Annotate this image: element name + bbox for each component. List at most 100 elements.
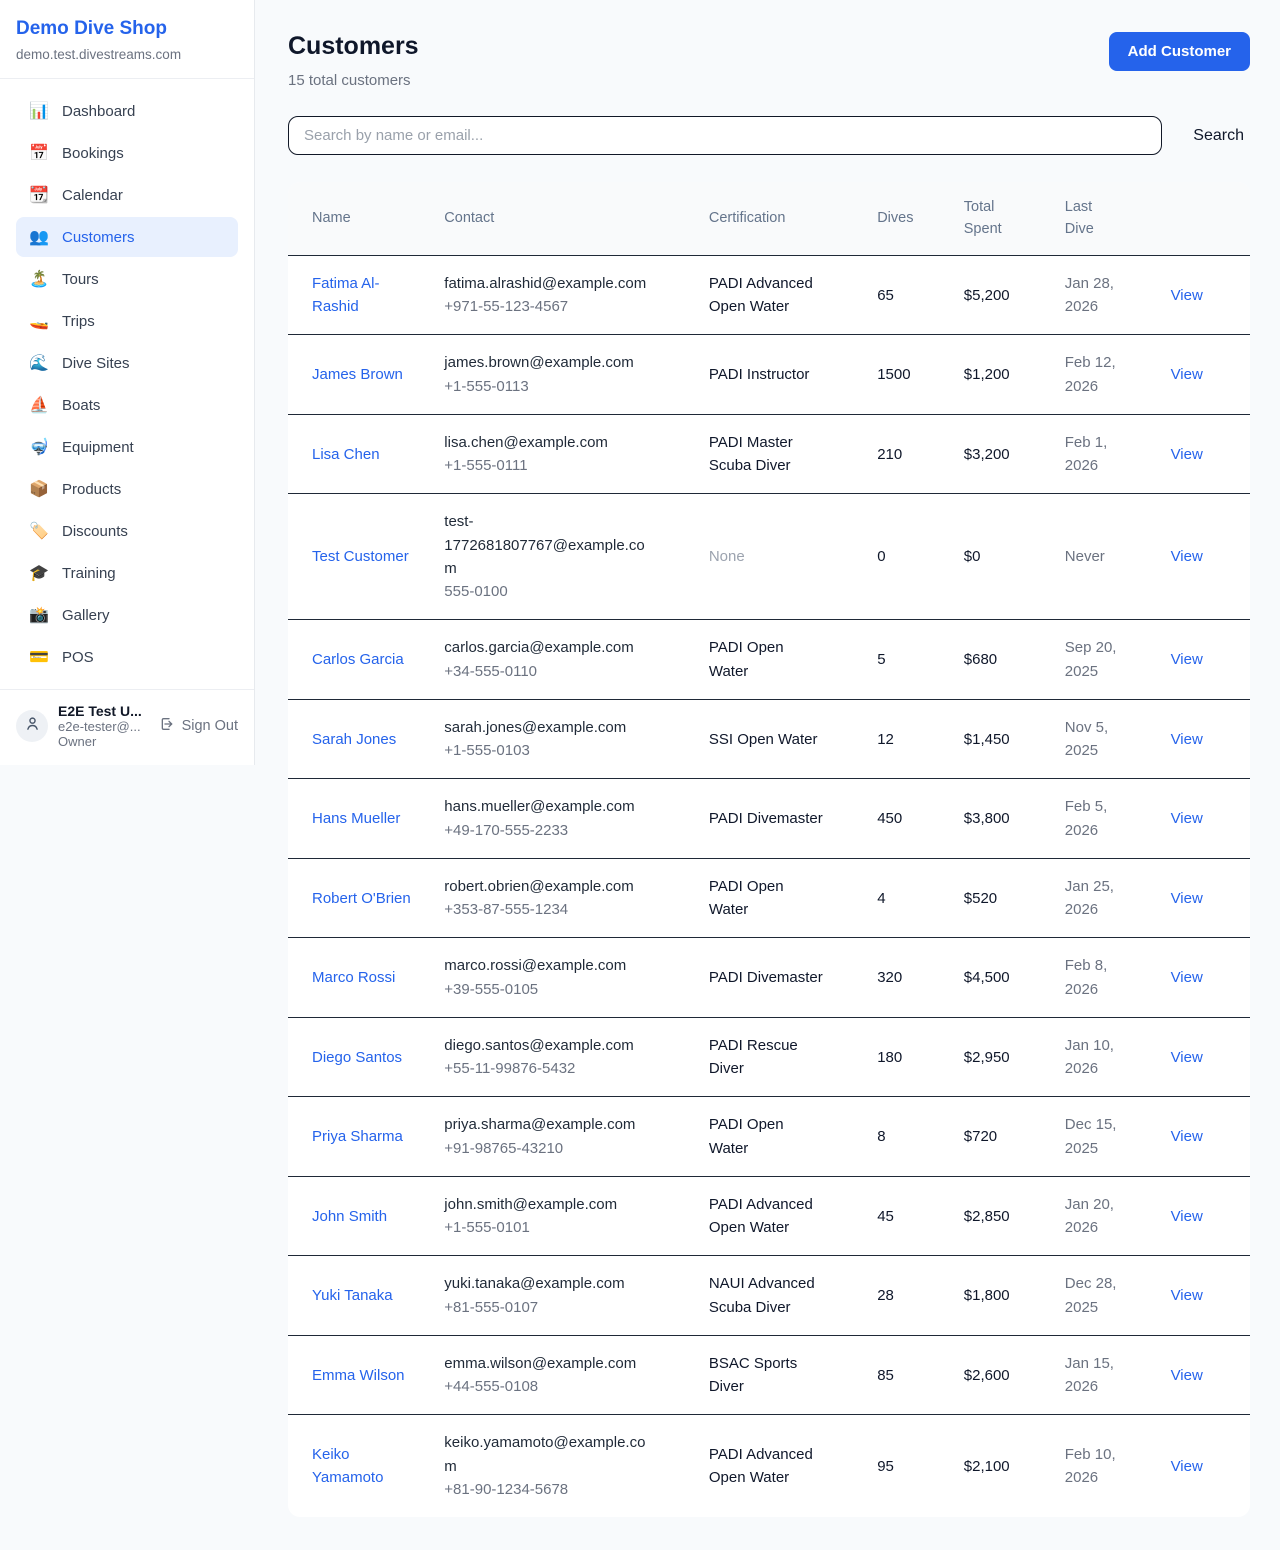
customer-certification: PADI Rescue Diver xyxy=(709,1037,798,1077)
customer-name-link[interactable]: Priya Sharma xyxy=(312,1128,403,1145)
customer-dives: 65 xyxy=(877,287,894,304)
customer-dives: 4 xyxy=(877,890,885,907)
sidebar-item-training[interactable]: 🎓Training xyxy=(16,553,238,593)
customer-dives: 210 xyxy=(877,446,902,463)
sidebar-item-tours[interactable]: 🏝️Tours xyxy=(16,259,238,299)
view-link[interactable]: View xyxy=(1171,731,1203,748)
customer-name-link[interactable]: Emma Wilson xyxy=(312,1367,405,1384)
customer-phone: +39-555-0105 xyxy=(444,978,657,1001)
sidebar-item-products[interactable]: 📦Products xyxy=(16,469,238,509)
table-row: Carlos Garciacarlos.garcia@example.com+3… xyxy=(288,620,1250,700)
customer-email: sarah.jones@example.com xyxy=(444,716,657,739)
tear-calendar-icon: 📆 xyxy=(29,185,49,205)
customer-name-link[interactable]: Keiko Yamamoto xyxy=(312,1446,383,1486)
view-link[interactable]: View xyxy=(1171,1367,1203,1384)
sidebar-item-bookings[interactable]: 📅Bookings xyxy=(16,133,238,173)
sidebar-item-customers[interactable]: 👥Customers xyxy=(16,217,238,257)
sidebar-item-trips[interactable]: 🚤Trips xyxy=(16,301,238,341)
customer-name-link[interactable]: James Brown xyxy=(312,366,403,383)
customer-name-link[interactable]: Marco Rossi xyxy=(312,969,395,986)
customer-phone: +81-555-0107 xyxy=(444,1296,657,1319)
table-row: James Brownjames.brown@example.com+1-555… xyxy=(288,335,1250,415)
view-link[interactable]: View xyxy=(1171,1128,1203,1145)
sidebar-item-gallery[interactable]: 📸 Gallery xyxy=(16,595,238,635)
table-row: Priya Sharmapriya.sharma@example.com+91-… xyxy=(288,1097,1250,1177)
view-link[interactable]: View xyxy=(1171,890,1203,907)
customer-name-link[interactable]: Diego Santos xyxy=(312,1049,402,1066)
view-link[interactable]: View xyxy=(1171,446,1203,463)
customer-last-dive: Dec 15, 2025 xyxy=(1065,1116,1117,1156)
sidebar-item-label: Dive Sites xyxy=(62,355,130,372)
customer-name-link[interactable]: Robert O'Brien xyxy=(312,890,411,907)
view-link[interactable]: View xyxy=(1171,1458,1203,1475)
customer-phone: +81-90-1234-5678 xyxy=(444,1478,657,1501)
shop-domain: demo.test.divestreams.com xyxy=(16,47,238,62)
customer-name-link[interactable]: Lisa Chen xyxy=(312,446,380,463)
column-header-contact: Contact xyxy=(432,182,697,255)
search-input[interactable] xyxy=(288,116,1162,155)
customer-last-dive: Feb 5, 2026 xyxy=(1065,798,1108,838)
customer-name-link[interactable]: Fatima Al-Rashid xyxy=(312,275,380,315)
sidebar-item-label: Gallery xyxy=(62,607,110,624)
view-link[interactable]: View xyxy=(1171,1049,1203,1066)
customer-last-dive: Feb 10, 2026 xyxy=(1065,1446,1116,1486)
customer-name-link[interactable]: Test Customer xyxy=(312,548,409,565)
view-link[interactable]: View xyxy=(1171,810,1203,827)
user-section: E2E Test U... e2e-tester@... Owner Sign … xyxy=(0,689,254,765)
view-link[interactable]: View xyxy=(1171,366,1203,383)
camera-flash-icon: 📸 xyxy=(29,605,49,625)
sidebar-item-label: Trips xyxy=(62,313,95,330)
diving-mask-icon: 🤿 xyxy=(29,437,49,457)
column-header-dives: Dives xyxy=(865,182,952,255)
customer-total-spent: $4,500 xyxy=(964,969,1010,986)
customer-email: keiko.yamamoto@example.com xyxy=(444,1431,657,1478)
sidebar: Demo Dive Shop demo.test.divestreams.com… xyxy=(0,0,255,765)
user-email: e2e-tester@... xyxy=(58,719,149,734)
view-link[interactable]: View xyxy=(1171,651,1203,668)
customer-total-spent: $3,200 xyxy=(964,446,1010,463)
table-row: Hans Muellerhans.mueller@example.com+49-… xyxy=(288,779,1250,859)
customer-total-spent: $2,950 xyxy=(964,1049,1010,1066)
sailboat-icon: ⛵ xyxy=(29,395,49,415)
table-row: John Smithjohn.smith@example.com+1-555-0… xyxy=(288,1176,1250,1256)
search-button[interactable]: Search xyxy=(1187,127,1250,145)
customer-name-link[interactable]: Hans Mueller xyxy=(312,810,400,827)
sidebar-item-dive-sites[interactable]: 🌊Dive Sites xyxy=(16,343,238,383)
sign-out-button[interactable]: Sign Out xyxy=(159,716,238,736)
customer-last-dive: Jan 20, 2026 xyxy=(1065,1196,1114,1236)
view-link[interactable]: View xyxy=(1171,1208,1203,1225)
customer-name-link[interactable]: Yuki Tanaka xyxy=(312,1287,393,1304)
sidebar-item-dashboard[interactable]: 📊Dashboard xyxy=(16,91,238,131)
sidebar-item-calendar[interactable]: 📆Calendar xyxy=(16,175,238,215)
add-customer-button[interactable]: Add Customer xyxy=(1109,32,1250,71)
view-link[interactable]: View xyxy=(1171,287,1203,304)
sidebar-item-label: Dashboard xyxy=(62,103,135,120)
customer-last-dive: Jan 10, 2026 xyxy=(1065,1037,1114,1077)
sidebar-item-boats[interactable]: ⛵Boats xyxy=(16,385,238,425)
customer-dives: 8 xyxy=(877,1128,885,1145)
view-link[interactable]: View xyxy=(1171,1287,1203,1304)
customer-certification: PADI Advanced Open Water xyxy=(709,275,813,315)
customer-phone: +1-555-0101 xyxy=(444,1216,657,1239)
sidebar-item-discounts[interactable]: 🏷️Discounts xyxy=(16,511,238,551)
view-link[interactable]: View xyxy=(1171,969,1203,986)
customer-name-link[interactable]: John Smith xyxy=(312,1208,387,1225)
customer-certification: BSAC Sports Diver xyxy=(709,1355,797,1395)
customer-total-spent: $520 xyxy=(964,890,997,907)
customer-certification: PADI Advanced Open Water xyxy=(709,1446,813,1486)
sidebar-item-label: Products xyxy=(62,481,121,498)
customer-name-link[interactable]: Carlos Garcia xyxy=(312,651,404,668)
sidebar-item-label: Bookings xyxy=(62,145,124,162)
sidebar-item-pos[interactable]: 💳POS xyxy=(16,637,238,677)
customer-name-link[interactable]: Sarah Jones xyxy=(312,731,396,748)
table-row: Lisa Chenlisa.chen@example.com+1-555-011… xyxy=(288,414,1250,494)
shop-name: Demo Dive Shop xyxy=(16,18,238,40)
customer-email: robert.obrien@example.com xyxy=(444,875,657,898)
table-row: Yuki Tanakayuki.tanaka@example.com+81-55… xyxy=(288,1256,1250,1336)
sidebar-item-equipment[interactable]: 🤿Equipment xyxy=(16,427,238,467)
view-link[interactable]: View xyxy=(1171,548,1203,565)
customer-email: diego.santos@example.com xyxy=(444,1034,657,1057)
graduation-cap-icon: 🎓 xyxy=(29,563,49,583)
logout-icon xyxy=(159,716,175,736)
user-name: E2E Test U... xyxy=(58,703,149,719)
